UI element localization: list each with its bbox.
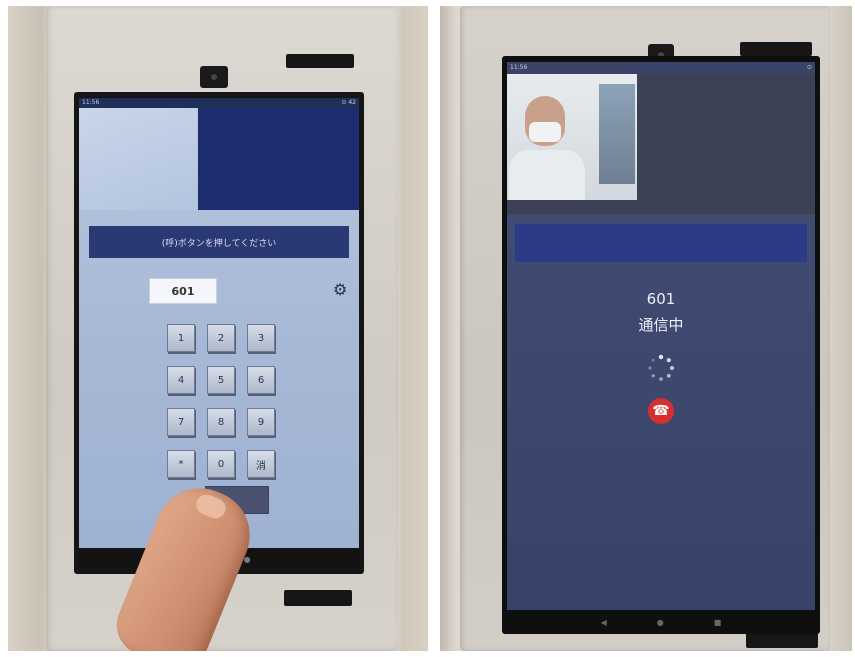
- status-time: 11:56: [82, 99, 100, 106]
- keypad: 1 2 3 4 5 6 7 8 9 * 0 消: [167, 324, 275, 478]
- back-icon[interactable]: ◀: [601, 618, 607, 627]
- hangup-phone-icon: ☎: [652, 403, 670, 419]
- instruction-banner: (呼)ボタンを押してください: [89, 226, 349, 258]
- gear-icon[interactable]: ⚙: [333, 280, 347, 299]
- status-time: 11:56: [510, 64, 528, 71]
- key-8[interactable]: 8: [207, 408, 235, 436]
- status-bar: 11:56 ⊙ 42: [79, 98, 359, 108]
- call-banner: [515, 224, 807, 262]
- face-mask: [529, 122, 561, 142]
- call-status: 通信中: [638, 316, 684, 334]
- key-7[interactable]: 7: [167, 408, 195, 436]
- camera-icon: [200, 66, 228, 88]
- home-icon[interactable]: ●: [657, 618, 664, 627]
- panel-sticker: [286, 54, 354, 68]
- camera-preview: [79, 108, 197, 210]
- panel-sticker: [740, 42, 812, 56]
- key-9[interactable]: 9: [247, 408, 275, 436]
- remote-video: [198, 108, 359, 210]
- spinner-icon: [648, 354, 674, 381]
- key-1[interactable]: 1: [167, 324, 195, 352]
- person-body: [509, 150, 585, 200]
- panel-sticker: [284, 590, 352, 606]
- background-shelf: [599, 84, 635, 184]
- status-bar: 11:56 ⊙: [507, 62, 815, 74]
- key-0[interactable]: 0: [207, 450, 235, 478]
- panel-sticker: [746, 632, 818, 648]
- tablet-screen: 11:56 ⊙ 601 通信中 ☎: [507, 62, 815, 610]
- key-clear[interactable]: 消: [247, 450, 275, 478]
- recents-icon[interactable]: ■: [714, 618, 722, 627]
- left-photo: 11:56 ⊙ 42 (呼)ボタンを押してください 601 ⚙ 1 2 3 4 …: [8, 6, 428, 651]
- status-indicators: ⊙ 42: [341, 99, 356, 106]
- tablet: 11:56 ⊙ 601 通信中 ☎ ◀ ● ■: [502, 56, 820, 634]
- key-5[interactable]: 5: [207, 366, 235, 394]
- key-star[interactable]: *: [167, 450, 195, 478]
- key-4[interactable]: 4: [167, 366, 195, 394]
- tablet-screen: 11:56 ⊙ 42 (呼)ボタンを押してください 601 ⚙ 1 2 3 4 …: [79, 98, 359, 548]
- navigation-bar: ◀ ● ■: [507, 614, 815, 630]
- camera-preview: [507, 74, 637, 200]
- room-number-field[interactable]: 601: [149, 278, 217, 304]
- call-number: 601: [646, 290, 676, 308]
- status-indicators: ⊙: [806, 64, 812, 71]
- hangup-button[interactable]: ☎: [648, 398, 674, 424]
- key-3[interactable]: 3: [247, 324, 275, 352]
- key-6[interactable]: 6: [247, 366, 275, 394]
- right-photo: 11:56 ⊙ 601 通信中 ☎ ◀ ● ■: [440, 6, 852, 651]
- key-2[interactable]: 2: [207, 324, 235, 352]
